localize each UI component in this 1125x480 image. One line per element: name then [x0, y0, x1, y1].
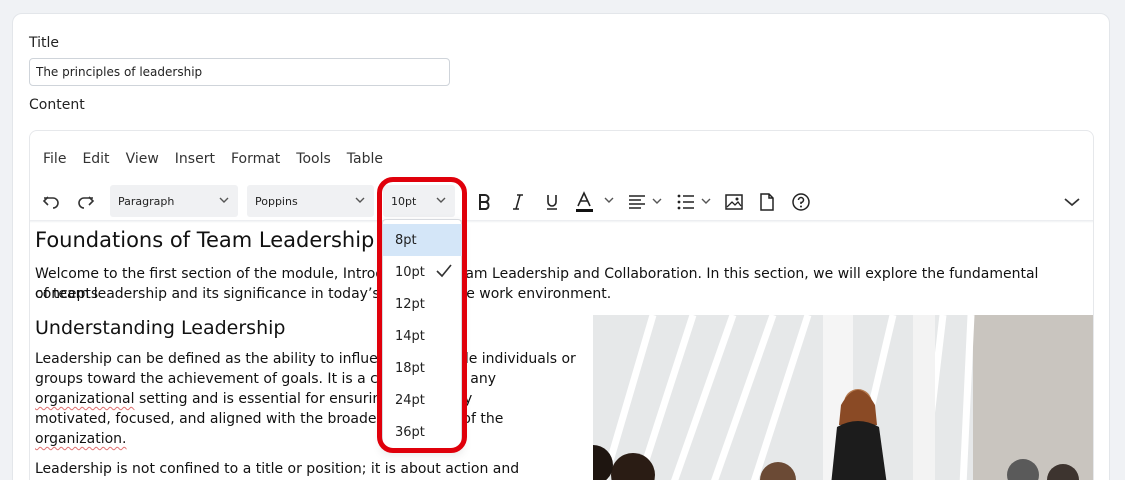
more-icon[interactable] — [1060, 190, 1084, 214]
menu-insert[interactable]: Insert — [175, 151, 215, 167]
redo-icon[interactable] — [74, 190, 98, 214]
align-icon[interactable] — [627, 190, 667, 214]
bullet-list-icon[interactable] — [676, 190, 716, 214]
menu-format[interactable]: Format — [231, 151, 280, 167]
block-format-select[interactable]: Paragraph — [110, 185, 238, 217]
chevron-down-icon — [354, 194, 366, 209]
block-format-value: Paragraph — [118, 194, 175, 208]
editor-menubar: File Edit View Insert Format Tools Table — [43, 151, 399, 167]
highlight-annotation — [377, 177, 467, 453]
title-input[interactable] — [29, 58, 450, 86]
toolbar-divider — [30, 220, 1093, 223]
spellcheck-word[interactable]: organization. — [35, 431, 127, 447]
paragraph-1-line-2: of team leadership and its significance … — [35, 286, 612, 302]
spellcheck-word[interactable]: organizational — [35, 391, 135, 407]
menu-edit[interactable]: Edit — [82, 151, 109, 167]
text-color-icon[interactable] — [573, 190, 617, 214]
menu-table[interactable]: Table — [347, 151, 383, 167]
heading-2: Understanding Leadership — [35, 317, 286, 339]
underline-icon[interactable] — [540, 190, 564, 214]
image-icon[interactable] — [722, 190, 746, 214]
help-icon[interactable] — [789, 190, 813, 214]
font-family-select[interactable]: Poppins — [247, 185, 374, 217]
font-family-value: Poppins — [255, 194, 298, 208]
chevron-down-icon — [218, 194, 230, 209]
title-label: Title — [29, 35, 60, 51]
document-icon[interactable] — [755, 190, 779, 214]
editor-toolbar: Paragraph Poppins 10pt — [30, 182, 1093, 220]
menu-view[interactable]: View — [126, 151, 159, 167]
italic-icon[interactable] — [506, 190, 530, 214]
paragraph-2-line-1: Leadership can be defined as the ability… — [35, 351, 576, 367]
menu-tools[interactable]: Tools — [296, 151, 331, 167]
heading-1: Foundations of Team Leadership — [35, 228, 375, 252]
menu-file[interactable]: File — [43, 151, 66, 167]
paragraph-2-line-5: organization. — [35, 429, 127, 449]
rich-text-editor: File Edit View Insert Format Tools Table… — [29, 130, 1094, 480]
embedded-photo[interactable] — [593, 315, 1093, 480]
paragraph-3-line-1: Leadership is not confined to a title or… — [35, 461, 520, 477]
content-label: Content — [29, 97, 85, 113]
bold-icon[interactable] — [472, 190, 496, 214]
undo-icon[interactable] — [39, 190, 63, 214]
